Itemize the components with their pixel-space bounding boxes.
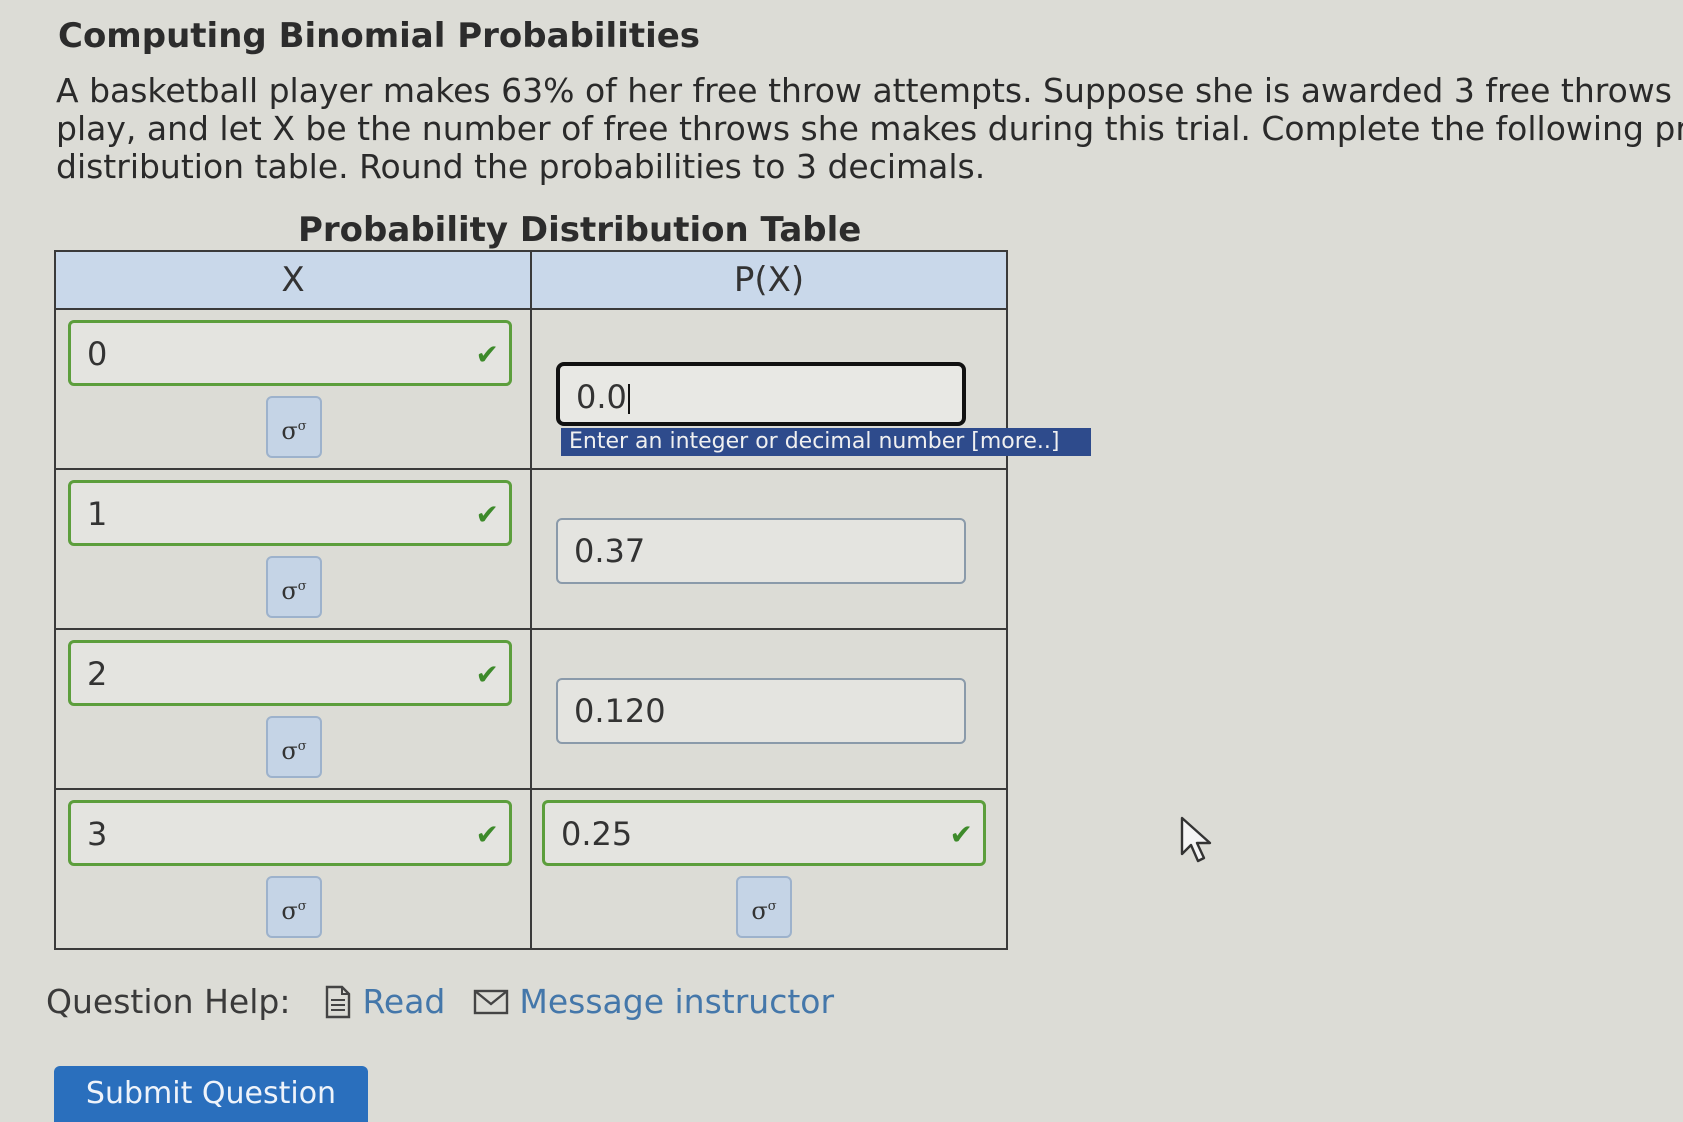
question-prompt: A basketball player makes 63% of her fre… <box>56 72 1683 202</box>
check-icon: ✔ <box>475 338 499 371</box>
probability-distribution-table: X P(X) 0 ✔ σσ 0.0 1 ✔ σσ 0.37 2 ✔ σσ 0.1… <box>54 250 1008 950</box>
formula-preview-icon[interactable]: σσ <box>736 876 792 938</box>
question-help-label: Question Help: <box>46 982 291 1021</box>
px-input[interactable]: 0.37 <box>556 518 966 584</box>
x-input-value: 1 <box>87 495 108 533</box>
table-title: Probability Distribution Table <box>298 210 862 250</box>
x-input[interactable]: 3 ✔ <box>68 800 512 866</box>
check-icon: ✔ <box>949 818 973 851</box>
x-cell: 3 ✔ σσ <box>54 788 532 950</box>
x-cell: 1 ✔ σσ <box>54 468 532 630</box>
table-row: 1 ✔ σσ 0.37 <box>54 468 1008 630</box>
x-input[interactable]: 0 ✔ <box>68 320 512 386</box>
prompt-line: distribution table. Round the probabilit… <box>56 147 986 186</box>
formula-preview-icon[interactable]: σσ <box>266 876 322 938</box>
x-input[interactable]: 2 ✔ <box>68 640 512 706</box>
page-title: Computing Binomial Probabilities <box>58 16 701 56</box>
submit-question-button[interactable]: Submit Question <box>54 1066 368 1122</box>
x-input-value: 2 <box>87 655 108 693</box>
formula-preview-icon[interactable]: σσ <box>266 716 322 778</box>
px-input[interactable]: 0.120 <box>556 678 966 744</box>
question-help: Question Help: Read Message instructor <box>46 978 862 1026</box>
input-hint-tooltip: Enter an integer or decimal number [more… <box>561 428 1091 456</box>
px-cell: 0.25 ✔ σσ <box>530 788 1008 950</box>
x-input-value: 0 <box>87 335 108 373</box>
x-cell: 0 ✔ σσ <box>54 308 532 470</box>
read-link-label: Read <box>362 982 446 1021</box>
px-input-value: 0.120 <box>574 692 666 730</box>
table-row: 3 ✔ σσ 0.25 ✔ σσ <box>54 788 1008 950</box>
formula-preview-icon[interactable]: σσ <box>266 396 322 458</box>
px-input-value: 0.37 <box>574 532 646 570</box>
column-header-px: P(X) <box>530 250 1008 310</box>
x-input-value: 3 <box>87 815 108 853</box>
mouse-cursor-icon <box>1180 816 1212 863</box>
check-icon: ✔ <box>475 818 499 851</box>
formula-preview-icon[interactable]: σσ <box>266 556 322 618</box>
read-link[interactable]: Read <box>324 978 445 1026</box>
text-caret <box>627 384 630 414</box>
px-input-value: 0.25 <box>561 815 633 853</box>
px-input-active[interactable]: 0.0 <box>556 362 966 426</box>
prompt-line: play, and let X be the number of free th… <box>56 109 1683 148</box>
message-instructor-label: Message instructor <box>519 982 835 1021</box>
mail-icon <box>474 989 509 1015</box>
message-instructor-link[interactable]: Message instructor <box>473 978 834 1026</box>
px-cell: 0.120 <box>530 628 1008 790</box>
prompt-line: A basketball player makes 63% of her fre… <box>56 72 1683 110</box>
check-icon: ✔ <box>475 658 499 691</box>
px-cell: 0.37 <box>530 468 1008 630</box>
px-input-value: 0.0 <box>576 378 627 416</box>
table-row: 2 ✔ σσ 0.120 <box>54 628 1008 790</box>
x-input[interactable]: 1 ✔ <box>68 480 512 546</box>
document-icon <box>326 985 351 1019</box>
check-icon: ✔ <box>475 498 499 531</box>
column-header-x: X <box>54 250 532 310</box>
px-input[interactable]: 0.25 ✔ <box>542 800 986 866</box>
x-cell: 2 ✔ σσ <box>54 628 532 790</box>
